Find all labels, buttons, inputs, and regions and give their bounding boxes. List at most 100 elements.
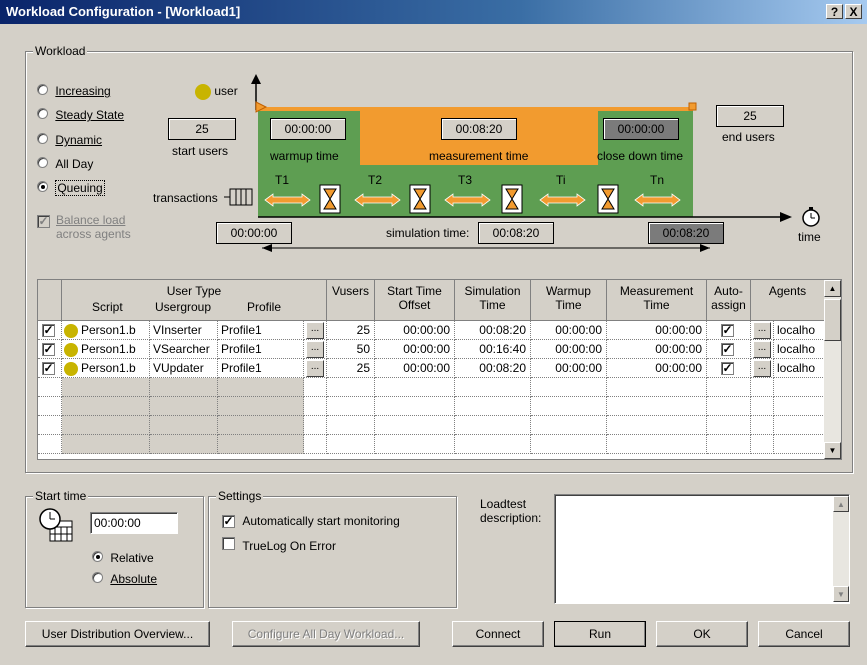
desc-scroll-down-icon[interactable]: ▼ [833,586,849,602]
cell-vusers[interactable]: 50 [327,340,375,359]
cell-pdots[interactable]: ... [304,359,327,378]
start-time-input[interactable]: 00:00:00 [90,512,178,534]
scroll-up-icon[interactable]: ▲ [824,280,841,297]
scroll-down-icon[interactable]: ▼ [824,442,841,459]
sim-end-field[interactable]: 00:08:20 [648,222,724,244]
start-time-header[interactable]: Start Time Offset [375,280,455,321]
col-script-usertype-header[interactable]: User Type Script Usergroup Profile [62,280,327,321]
relative-radio[interactable]: Relative [92,551,154,565]
cell-script[interactable]: Person1.b [62,340,150,359]
auto-assign-header[interactable]: Auto- assign [707,280,751,321]
cell-auto[interactable]: ✓ [707,321,751,340]
cell-profile[interactable]: Profile1 [218,359,304,378]
cell-chk[interactable]: ✓ [38,359,62,378]
vusers-header[interactable]: Vusers [327,280,375,321]
radio-all-day-dot[interactable] [37,157,48,168]
run-button[interactable]: Run [554,621,646,647]
radio-dynamic[interactable]: Dynamic [37,133,102,147]
cell-profile[interactable]: Profile1 [218,340,304,359]
row-enable-checkbox[interactable]: ✓ [42,324,55,337]
cell-agent[interactable]: localho [774,340,825,359]
radio-queuing-dot[interactable] [37,181,48,192]
auto-monitor-checkbox[interactable]: ✓ Automatically start monitoring [222,514,400,528]
relative-radio-dot[interactable] [92,551,103,562]
radio-steady-state[interactable]: Steady State [37,108,124,122]
agents-browse-button[interactable]: ... [753,341,771,358]
cell-sim[interactable]: 00:16:40 [455,340,531,359]
radio-queuing[interactable]: Queuing [37,180,105,196]
table-scrollbar[interactable]: ▲ ▼ [824,280,841,459]
sim-start-field[interactable]: 00:00:00 [216,222,292,244]
profile-browse-button[interactable]: ... [306,360,324,377]
cell-vusers[interactable]: 25 [327,359,375,378]
closedown-time-field[interactable]: 00:00:00 [603,118,679,140]
cell-profile[interactable]: Profile1 [218,321,304,340]
agents-browse-button[interactable]: ... [753,322,771,339]
desc-scrollbar[interactable]: ▲ ▼ [833,496,849,602]
loadtest-description-textarea[interactable] [554,494,850,604]
radio-steady-state-dot[interactable] [37,108,48,119]
end-users-field[interactable]: 25 [716,105,784,127]
help-button[interactable]: ? [826,4,843,19]
warmup-time-field[interactable]: 00:00:00 [270,118,346,140]
cell-chk[interactable]: ✓ [38,340,62,359]
cell-warmup[interactable]: 00:00:00 [531,359,607,378]
cancel-button[interactable]: Cancel [758,621,850,647]
cell-chk[interactable]: ✓ [38,321,62,340]
cell-warmup[interactable]: 00:00:00 [531,340,607,359]
connect-button[interactable]: Connect [452,621,544,647]
cell-usergroup[interactable]: VUpdater [150,359,218,378]
auto-assign-checkbox[interactable]: ✓ [721,324,734,337]
cell-sim[interactable]: 00:08:20 [455,321,531,340]
auto-assign-checkbox[interactable]: ✓ [721,362,734,375]
measurement-time-field[interactable]: 00:08:20 [441,118,517,140]
balance-load-check[interactable]: ✓ [37,215,50,228]
start-users-field[interactable]: 25 [168,118,236,140]
cell-agent[interactable]: localho [774,321,825,340]
row-enable-checkbox[interactable]: ✓ [42,343,55,356]
cell-auto[interactable]: ✓ [707,359,751,378]
cell-pdots[interactable]: ... [304,340,327,359]
cell-start[interactable]: 00:00:00 [375,321,455,340]
simulation-time-header[interactable]: Simulation Time [455,280,531,321]
cell-adots[interactable]: ... [751,340,774,359]
cell-start[interactable]: 00:00:00 [375,340,455,359]
cell-start[interactable]: 00:00:00 [375,359,455,378]
cell-warmup[interactable]: 00:00:00 [531,321,607,340]
cell-usergroup[interactable]: VInserter [150,321,218,340]
cell-auto[interactable]: ✓ [707,340,751,359]
radio-dynamic-dot[interactable] [37,133,48,144]
cell-pdots[interactable]: ... [304,321,327,340]
truelog-checkbox[interactable]: TrueLog On Error [222,537,336,553]
balance-load-checkbox[interactable]: ✓ Balance load across agents [37,213,131,241]
user-distribution-button[interactable]: User Distribution Overview... [25,621,210,647]
radio-increasing-dot[interactable] [37,84,48,95]
profile-browse-button[interactable]: ... [306,341,324,358]
cell-vusers[interactable]: 25 [327,321,375,340]
radio-all-day[interactable]: All Day [37,157,93,171]
cell-measure[interactable]: 00:00:00 [607,321,707,340]
cell-usergroup[interactable]: VSearcher [150,340,218,359]
absolute-radio-dot[interactable] [92,572,103,583]
title-bar[interactable]: Workload Configuration - [Workload1] ? X [0,0,867,24]
cell-script[interactable]: Person1.b [62,359,150,378]
auto-monitor-check[interactable]: ✓ [222,515,235,528]
simulation-time-field[interactable]: 00:08:20 [478,222,554,244]
cell-adots[interactable]: ... [751,321,774,340]
cell-script[interactable]: Person1.b [62,321,150,340]
cell-agent[interactable]: localho [774,359,825,378]
radio-increasing[interactable]: Increasing [37,84,111,98]
ok-button[interactable]: OK [656,621,748,647]
scroll-thumb[interactable] [824,299,841,341]
absolute-radio[interactable]: Absolute [92,572,157,586]
agents-header[interactable]: Agents [751,280,825,321]
measurement-time-header[interactable]: Measurement Time [607,280,707,321]
desc-scroll-up-icon[interactable]: ▲ [833,496,849,512]
usergroup-table[interactable]: User Type Script Usergroup Profile Vuser… [37,279,842,460]
close-button[interactable]: X [845,4,862,19]
truelog-check[interactable] [222,537,235,550]
cell-sim[interactable]: 00:08:20 [455,359,531,378]
auto-assign-checkbox[interactable]: ✓ [721,343,734,356]
cell-adots[interactable]: ... [751,359,774,378]
agents-browse-button[interactable]: ... [753,360,771,377]
